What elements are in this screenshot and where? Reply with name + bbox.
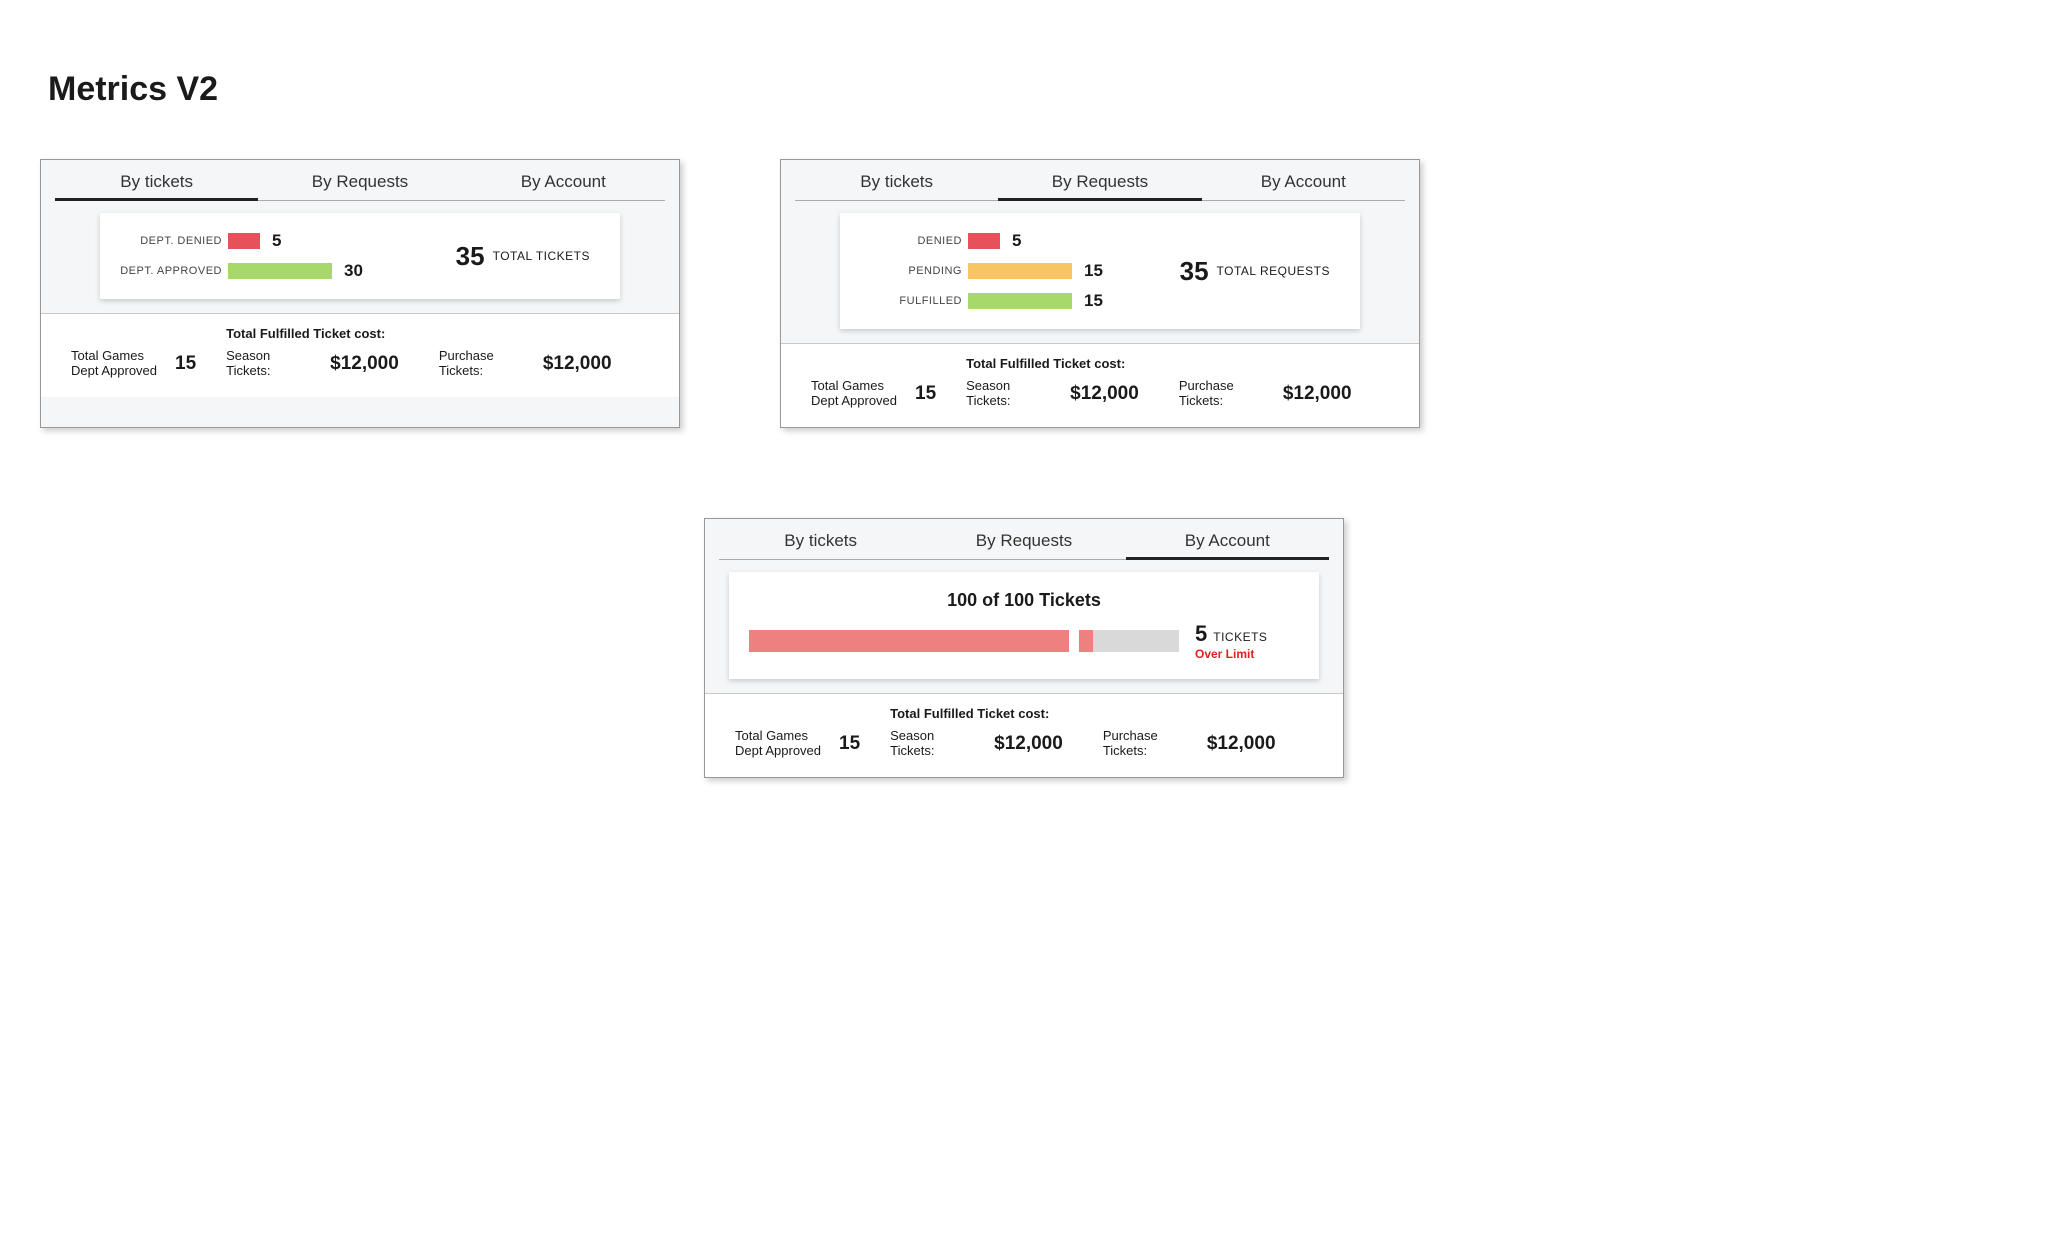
total-games-value: 15 [839, 733, 860, 755]
season-value: $12,000 [330, 353, 399, 375]
tab-by-account[interactable]: By Account [1126, 527, 1329, 560]
tab-by-requests[interactable]: By Requests [258, 168, 461, 201]
bar-label: DEPT. APPROVED [120, 265, 228, 277]
season-value: $12,000 [1070, 383, 1139, 405]
progress-title: 100 of 100 Tickets [749, 590, 1299, 611]
over-limit-label: Over Limit [1195, 647, 1254, 661]
progress-used-bar [749, 630, 1069, 652]
metrics-card-requests: By tickets By Requests By Account DENIED… [780, 159, 1420, 428]
bar-pending [968, 263, 1072, 279]
bar-approved [228, 263, 332, 279]
purchase-value: $12,000 [1283, 383, 1352, 405]
bar-denied [228, 233, 260, 249]
bar-row-fulfilled: FULFILLED 15 [860, 291, 1103, 311]
purchase-label: Purchase Tickets: [439, 349, 529, 379]
bar-value: 5 [272, 231, 281, 251]
total-value: 35 [1180, 256, 1209, 287]
bar-label: DENIED [860, 235, 968, 247]
tickets-chart-panel: DEPT. DENIED 5 DEPT. APPROVED 30 35 TOTA… [100, 213, 620, 299]
tab-by-account[interactable]: By Account [462, 168, 665, 201]
cost-header: Total Fulfilled Ticket cost: [890, 706, 1275, 721]
tab-by-account[interactable]: By Account [1202, 168, 1405, 201]
tab-by-tickets[interactable]: By tickets [719, 527, 922, 560]
bar-value: 5 [1012, 231, 1021, 251]
tab-by-requests[interactable]: By Requests [922, 527, 1125, 560]
progress-over-fill [1079, 630, 1093, 652]
bar-fulfilled [968, 293, 1072, 309]
purchase-value: $12,000 [1207, 733, 1276, 755]
bar-label: FULFILLED [860, 295, 968, 307]
card-footer: Total Games Dept Approved 15 Total Fulfi… [705, 693, 1343, 777]
season-value: $12,000 [994, 733, 1063, 755]
season-label: Season Tickets: [966, 379, 1056, 409]
over-limit-block: 5 TICKETS Over Limit [1195, 621, 1267, 661]
total-tickets: 35 TOTAL TICKETS [456, 241, 600, 272]
bar-value: 15 [1084, 261, 1103, 281]
bar-row-dept-denied: DEPT. DENIED 5 [120, 231, 363, 251]
total-games-label: Total Games Dept Approved [71, 349, 161, 379]
requests-chart-panel: DENIED 5 PENDING 15 FULFILLED 15 35 TOTA… [840, 213, 1360, 329]
bar-value: 15 [1084, 291, 1103, 311]
bar-value: 30 [344, 261, 363, 281]
bar-label: DEPT. DENIED [120, 235, 228, 247]
tab-by-tickets[interactable]: By tickets [55, 168, 258, 201]
total-requests: 35 TOTAL REQUESTS [1180, 256, 1340, 287]
metrics-card-account: By tickets By Requests By Account 100 of… [704, 518, 1344, 778]
season-label: Season Tickets: [226, 349, 316, 379]
total-value: 35 [456, 241, 485, 272]
cost-header: Total Fulfilled Ticket cost: [226, 326, 611, 341]
bar-row-pending: PENDING 15 [860, 261, 1103, 281]
tab-bar: By tickets By Requests By Account [781, 160, 1419, 201]
total-games-value: 15 [915, 383, 936, 405]
card-footer: Total Games Dept Approved 15 Total Fulfi… [41, 313, 679, 397]
tab-bar: By tickets By Requests By Account [41, 160, 679, 201]
purchase-value: $12,000 [543, 353, 612, 375]
season-label: Season Tickets: [890, 729, 980, 759]
progress-over-track [1079, 630, 1179, 652]
account-chart-panel: 100 of 100 Tickets 5 TICKETS Over Limit [729, 572, 1319, 679]
bar-label: PENDING [860, 265, 968, 277]
total-label: TOTAL TICKETS [493, 249, 590, 263]
purchase-label: Purchase Tickets: [1179, 379, 1269, 409]
over-value: 5 [1195, 621, 1207, 647]
bar-row-dept-approved: DEPT. APPROVED 30 [120, 261, 363, 281]
tab-bar: By tickets By Requests By Account [705, 519, 1343, 560]
total-games-label: Total Games Dept Approved [735, 729, 825, 759]
tab-by-requests[interactable]: By Requests [998, 168, 1201, 201]
tab-by-tickets[interactable]: By tickets [795, 168, 998, 201]
total-games-value: 15 [175, 353, 196, 375]
over-unit: TICKETS [1213, 630, 1267, 644]
purchase-label: Purchase Tickets: [1103, 729, 1193, 759]
total-games-label: Total Games Dept Approved [811, 379, 901, 409]
bar-row-denied: DENIED 5 [860, 231, 1103, 251]
card-footer: Total Games Dept Approved 15 Total Fulfi… [781, 343, 1419, 427]
page-title: Metrics V2 [48, 70, 2008, 109]
total-label: TOTAL REQUESTS [1217, 264, 1330, 278]
cost-header: Total Fulfilled Ticket cost: [966, 356, 1351, 371]
metrics-card-tickets: By tickets By Requests By Account DEPT. … [40, 159, 680, 428]
bar-denied [968, 233, 1000, 249]
